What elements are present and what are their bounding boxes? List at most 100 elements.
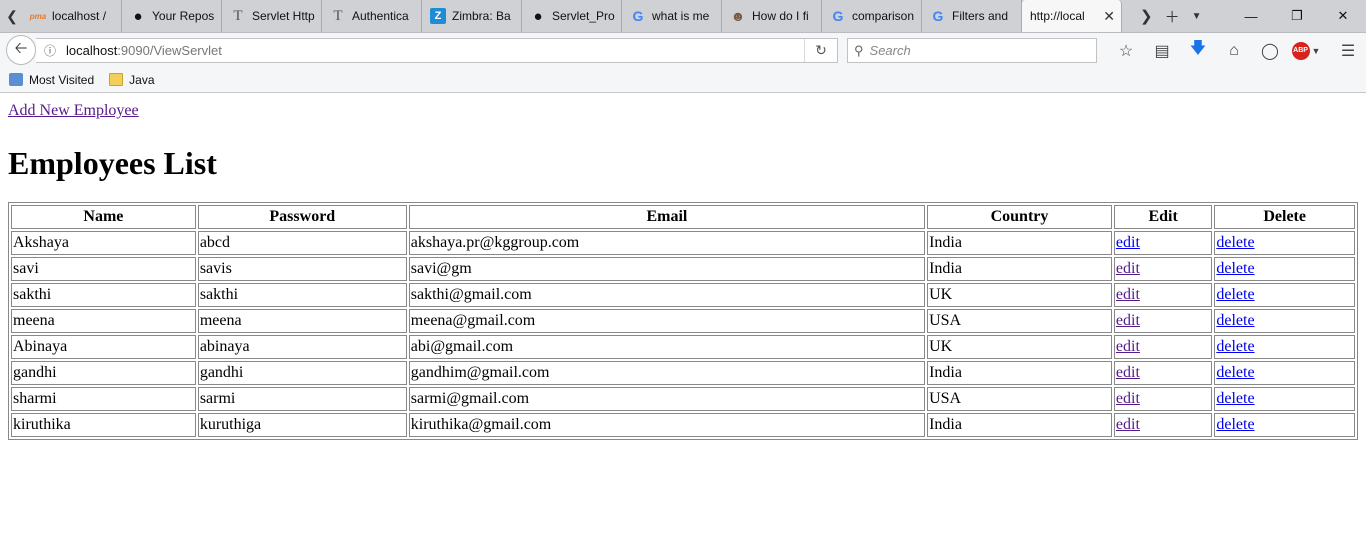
edit-link[interactable]: edit <box>1116 286 1140 303</box>
adblock-plus-button[interactable]: ABP ▼ <box>1288 38 1324 63</box>
cell-email: sarmi@gmail.com <box>408 387 926 411</box>
new-tab-icon[interactable]: ＋ <box>1165 6 1180 27</box>
tab-title: Zimbra: Ba <box>452 9 511 23</box>
cell-delete: delete <box>1214 257 1355 281</box>
tab-title: Servlet Http <box>252 9 315 23</box>
cell-password: gandhi <box>197 361 407 385</box>
downloads-icon[interactable]: 🡇 <box>1180 38 1216 63</box>
add-new-employee-link[interactable]: Add New Employee <box>8 102 139 120</box>
tab[interactable]: T Authentica <box>322 0 422 32</box>
zimbra-icon: Z <box>430 8 446 24</box>
cell-email: abi@gmail.com <box>408 335 926 359</box>
delete-link[interactable]: delete <box>1216 286 1254 303</box>
tab-tools: ❯ ＋ ▼ <box>1140 0 1202 32</box>
tutorial-t-icon: T <box>333 7 343 24</box>
delete-link[interactable]: delete <box>1216 338 1254 355</box>
cell-password: abcd <box>197 231 407 255</box>
tab[interactable]: G Filters and <box>922 0 1022 32</box>
bookmark-star-icon[interactable]: ☆ <box>1108 38 1144 63</box>
cell-delete: delete <box>1214 309 1355 333</box>
table-row: Abinaya abinaya abi@gmail.com UK edit delete <box>11 335 1355 359</box>
delete-link[interactable]: delete <box>1216 364 1254 381</box>
tab-title: http://local <box>1030 9 1085 23</box>
cell-name: meena <box>11 309 196 333</box>
cell-edit: edit <box>1113 387 1213 411</box>
edit-link[interactable]: edit <box>1116 390 1140 407</box>
back-button[interactable]: 🡠 <box>6 35 36 65</box>
tab[interactable]: pma localhost / <box>22 0 122 32</box>
cell-edit: edit <box>1113 231 1213 255</box>
tab-title: Your Repos <box>152 9 215 23</box>
reload-icon[interactable]: ↻ <box>804 39 837 62</box>
bookmark-most-visited[interactable]: Most Visited <box>9 73 94 87</box>
url-path: :9090/ViewServlet <box>117 43 222 58</box>
restore-icon[interactable]: ❐ <box>1274 0 1320 32</box>
cell-delete: delete <box>1214 413 1355 437</box>
edit-link[interactable]: edit <box>1116 364 1140 381</box>
bookmark-folder-java[interactable]: Java <box>109 73 155 87</box>
tab[interactable]: Gcomparison <box>822 0 922 32</box>
site-info-icon[interactable]: ⓘ <box>40 42 60 59</box>
tab-strip: pma localhost / ● Your Repos T Servlet Http T A… <box>22 0 1122 32</box>
home-icon[interactable]: ⌂ <box>1216 38 1252 63</box>
google-icon: G <box>632 8 644 24</box>
edit-link[interactable]: edit <box>1116 234 1140 251</box>
edit-link[interactable]: edit <box>1116 312 1140 329</box>
search-icon: ⚲ <box>854 42 864 58</box>
adblock-dropdown-icon: ▼ <box>1311 45 1321 56</box>
search-bar[interactable]: ⚲ Search <box>847 38 1097 63</box>
cell-edit: edit <box>1113 283 1213 307</box>
delete-link[interactable]: delete <box>1216 416 1254 433</box>
column-header-email: Email <box>408 205 926 229</box>
cell-edit: edit <box>1113 413 1213 437</box>
back-arrow-icon: 🡠 <box>14 39 28 57</box>
delete-link[interactable]: delete <box>1216 390 1254 407</box>
list-all-tabs-icon[interactable]: ▼ <box>1192 11 1202 22</box>
pocket-icon[interactable]: ◯ <box>1252 38 1288 63</box>
close-tab-icon[interactable]: ✕ <box>1099 8 1115 25</box>
reading-list-icon[interactable]: ▤ <box>1144 38 1180 63</box>
cell-edit: edit <box>1113 309 1213 333</box>
cell-edit: edit <box>1113 335 1213 359</box>
tab-title: what is me <box>652 9 710 23</box>
cell-country: USA <box>927 309 1112 333</box>
tab[interactable]: Z Zimbra: Ba <box>422 0 522 32</box>
tab[interactable]: T Servlet Http <box>222 0 322 32</box>
cell-delete: delete <box>1214 387 1355 411</box>
column-header-country: Country <box>927 205 1112 229</box>
close-window-icon[interactable]: ✕ <box>1320 0 1366 32</box>
cell-email: akshaya.pr@kggroup.com <box>408 231 926 255</box>
cell-name: sharmi <box>11 387 196 411</box>
tab[interactable]: Gwhat is me <box>622 0 722 32</box>
tab-title: localhost / <box>52 9 107 23</box>
tab[interactable]: ● Servlet_Pro <box>522 0 622 32</box>
cell-email: sakthi@gmail.com <box>408 283 926 307</box>
url-bar[interactable]: ⓘ localhost:9090/ViewServlet ↻ <box>36 38 838 63</box>
cell-country: USA <box>927 387 1112 411</box>
delete-link[interactable]: delete <box>1216 234 1254 251</box>
tab[interactable]: ☻ How do I fi <box>722 0 822 32</box>
edit-link[interactable]: edit <box>1116 416 1140 433</box>
window-controls: — ❐ ✕ <box>1228 0 1366 32</box>
delete-link[interactable]: delete <box>1216 312 1254 329</box>
tab-scroll-right-icon[interactable]: ❯ <box>1140 7 1153 25</box>
column-header-password: Password <box>197 205 407 229</box>
cell-name: Abinaya <box>11 335 196 359</box>
cell-email: meena@gmail.com <box>408 309 926 333</box>
cell-password: savis <box>197 257 407 281</box>
tab[interactable]: ● Your Repos <box>122 0 222 32</box>
column-header-edit: Edit <box>1113 205 1213 229</box>
tab-scroll-left-icon[interactable]: ❮ <box>2 0 22 32</box>
cell-password: kuruthiga <box>197 413 407 437</box>
cell-country: India <box>927 231 1112 255</box>
table-row: gandhi gandhi gandhim@gmail.com India edit de… <box>11 361 1355 385</box>
minimize-icon[interactable]: — <box>1228 0 1274 32</box>
edit-link[interactable]: edit <box>1116 260 1140 277</box>
tab-title: Servlet_Pro <box>552 9 615 23</box>
edit-link[interactable]: edit <box>1116 338 1140 355</box>
delete-link[interactable]: delete <box>1216 260 1254 277</box>
tab-active[interactable]: http://local ✕ <box>1022 0 1122 32</box>
menu-hamburger-icon[interactable]: ☰ <box>1330 38 1366 63</box>
cell-name: Akshaya <box>11 231 196 255</box>
table-row: meena meena meena@gmail.com USA edit delete <box>11 309 1355 333</box>
